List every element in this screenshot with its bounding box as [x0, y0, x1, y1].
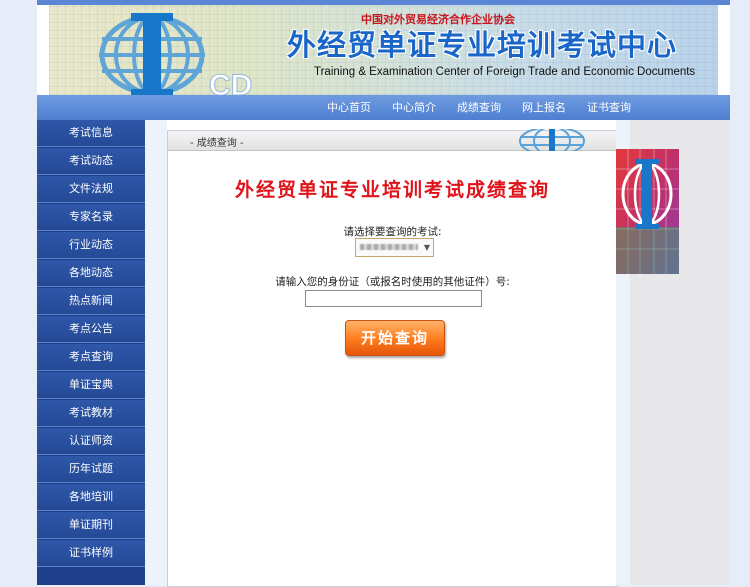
start-query-button[interactable]: 开始查询: [345, 320, 445, 356]
sidebar-item-journal[interactable]: 单证期刊: [37, 512, 145, 539]
dropdown-arrow-icon: ▼: [423, 243, 430, 252]
decorative-logo-image: [616, 149, 679, 274]
center-title: 外经贸单证专业培训考试中心: [287, 28, 678, 62]
query-title: 外经贸单证专业培训考试成绩查询: [234, 179, 550, 201]
id-number-input[interactable]: [305, 290, 482, 307]
sidebar-item-regional-training[interactable]: 各地培训: [37, 484, 145, 511]
sidebar-item-document-guide[interactable]: 单证宝典: [37, 372, 145, 399]
sidebar-item-exam-info[interactable]: 考试信息: [37, 120, 145, 147]
sidebar-item-experts[interactable]: 专家名录: [37, 204, 145, 231]
score-query-panel: - 成绩查询 - 外经贸单证专业培训考试成绩查询 请选择要查询的考试: ▼ 请输…: [167, 129, 618, 587]
nav-items: 中心首页 中心简介 成绩查询 网上报名 证书查询: [327, 95, 652, 120]
header-banner: CD 中国对外贸易经济合作企业协会 外经贸单证专业培训考试中心 Training…: [49, 5, 718, 95]
sidebar-item-past-papers[interactable]: 历年试题: [37, 456, 145, 483]
exam-select-label: 请选择要查询的考试:: [343, 226, 442, 238]
nav-item-home[interactable]: 中心首页: [327, 95, 371, 120]
nav-item-about[interactable]: 中心简介: [392, 95, 436, 120]
top-nav: 中心首页 中心简介 成绩查询 网上报名 证书查询: [37, 95, 730, 120]
exam-select-value: [360, 244, 418, 250]
left-sidebar: 考试信息 考试动态 文件法规 专家名录 行业动态 各地动态 热点新闻 考点公告 …: [37, 120, 145, 585]
sidebar-item-regional-news[interactable]: 各地动态: [37, 260, 145, 287]
sidebar-item-hot-news[interactable]: 热点新闻: [37, 288, 145, 315]
sidebar-item-site-query[interactable]: 考点查询: [37, 344, 145, 371]
exam-select[interactable]: ▼: [355, 238, 434, 257]
id-number-label: 请输入您的身份证（或报名时使用的其他证件）号:: [275, 276, 510, 288]
center-title-en: Training & Examination Center of Foreign…: [314, 66, 696, 78]
nav-item-certificate-query[interactable]: 证书查询: [587, 95, 631, 120]
sidebar-item-certificate-samples[interactable]: 证书样例: [37, 540, 145, 567]
icd-logo-icon: CD: [99, 13, 253, 95]
sidebar-item-exam-news[interactable]: 考试动态: [37, 148, 145, 175]
page: CD 中国对外贸易经济合作企业协会 外经贸单证专业培训考试中心 Training…: [37, 0, 730, 587]
svg-text:CD: CD: [209, 69, 252, 95]
sidebar-item-regulations[interactable]: 文件法规: [37, 176, 145, 203]
panel-tab-label: - 成绩查询 -: [190, 138, 244, 149]
sidebar-item-industry-news[interactable]: 行业动态: [37, 232, 145, 259]
globe-icon: [519, 129, 585, 151]
sidebar-item-textbooks[interactable]: 考试教材: [37, 400, 145, 427]
sidebar-item-site-notices[interactable]: 考点公告: [37, 316, 145, 343]
left-spacer: [145, 120, 167, 585]
panel-tab: - 成绩查询 -: [168, 129, 617, 151]
sidebar-item-certified-teachers[interactable]: 认证师资: [37, 428, 145, 455]
nav-item-score-query[interactable]: 成绩查询: [457, 95, 501, 120]
nav-item-online-registration[interactable]: 网上报名: [522, 95, 566, 120]
